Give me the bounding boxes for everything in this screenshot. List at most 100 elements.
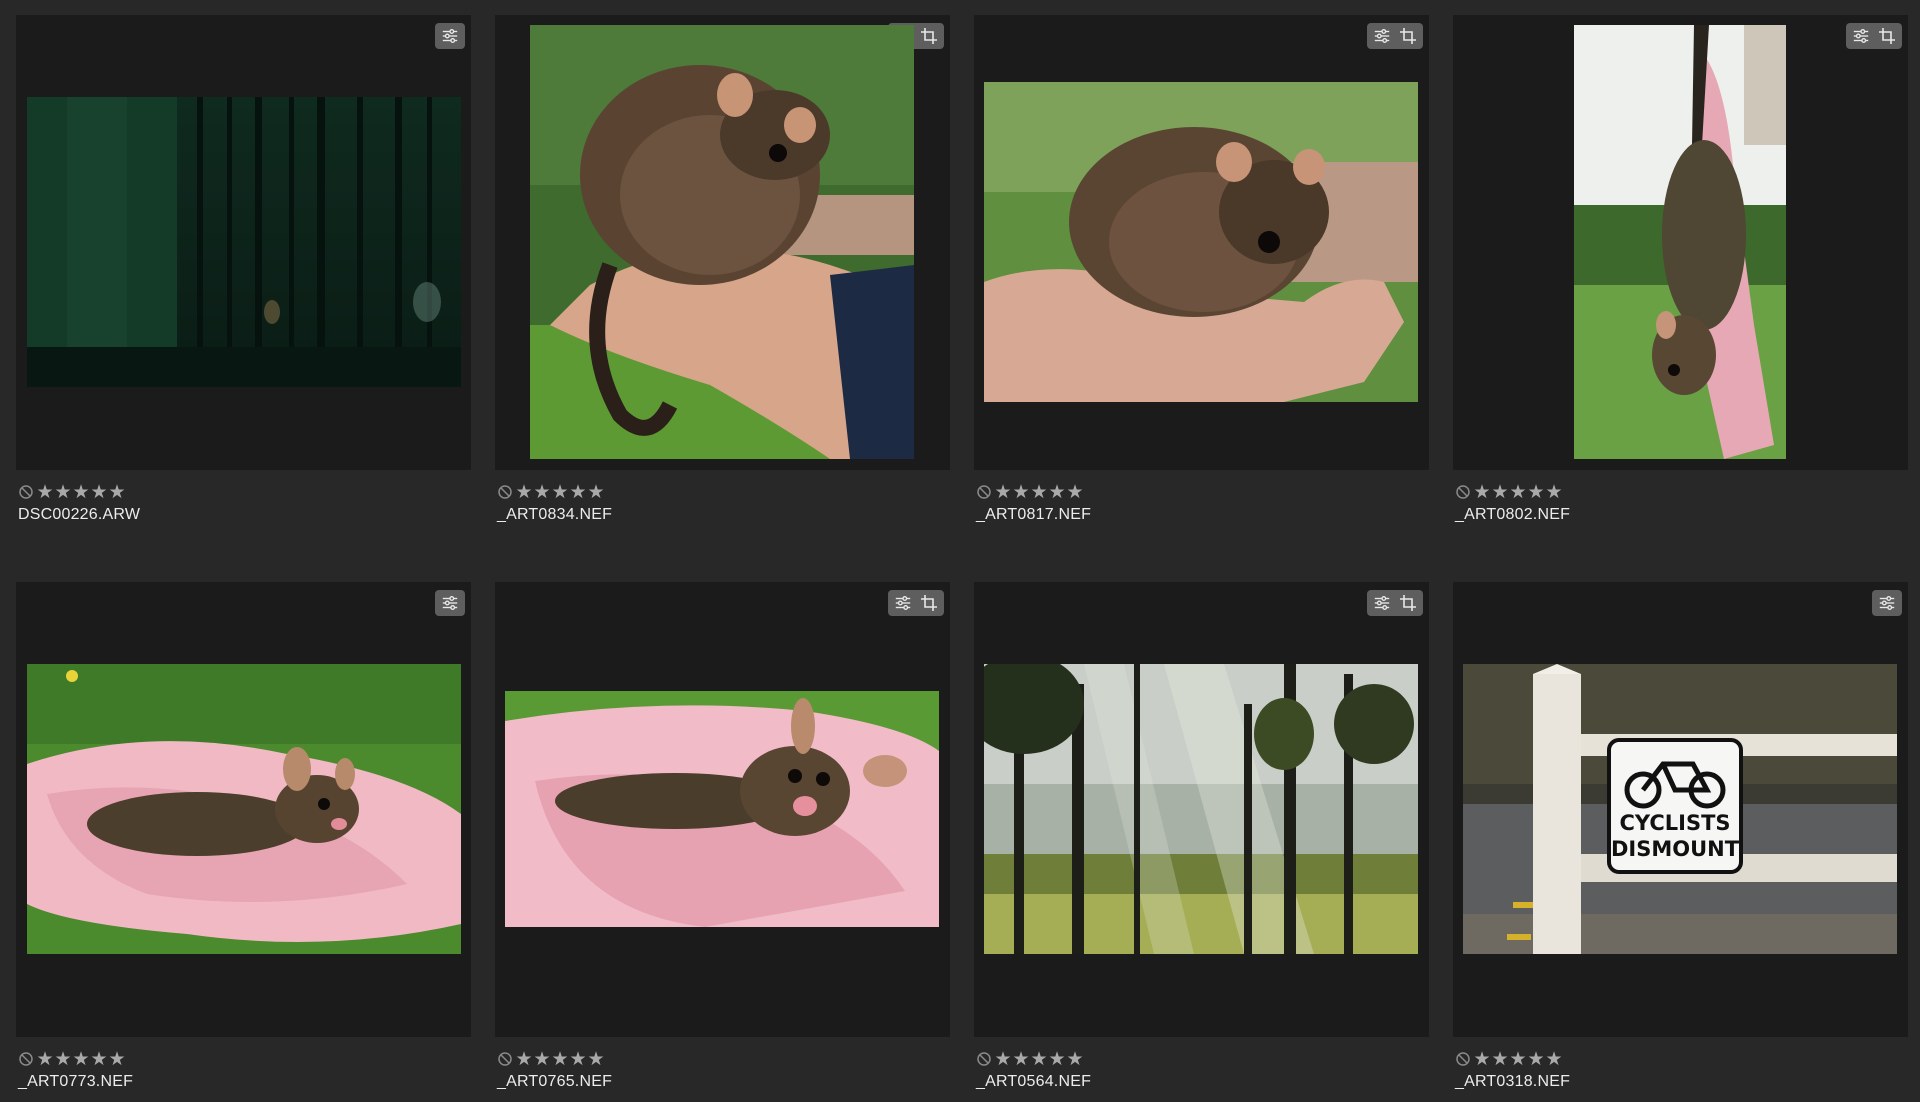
- star-icon[interactable]: ★: [994, 1049, 1012, 1069]
- thumbnail-meta: ★ ★ ★ ★ ★ _ART0765.NEF: [497, 1049, 947, 1091]
- star-rating[interactable]: ★ ★ ★ ★ ★: [497, 1049, 947, 1069]
- star-icon[interactable]: ★: [1048, 482, 1066, 502]
- star-icon[interactable]: ★: [515, 482, 533, 502]
- star-icon[interactable]: ★: [36, 482, 54, 502]
- filename-label: _ART0817.NEF: [976, 506, 1092, 523]
- star-icon[interactable]: ★: [1012, 482, 1030, 502]
- star-icon[interactable]: ★: [108, 1049, 126, 1069]
- star-icon[interactable]: ★: [1545, 482, 1563, 502]
- edit-badges: [435, 23, 465, 49]
- star-icon[interactable]: ★: [90, 482, 108, 502]
- star-icon[interactable]: ★: [72, 1049, 90, 1069]
- reject-flag-icon[interactable]: [497, 484, 513, 500]
- crop-icon[interactable]: [1876, 25, 1898, 47]
- star-icon[interactable]: ★: [1473, 1049, 1491, 1069]
- star-rating[interactable]: ★ ★ ★ ★ ★: [1455, 1049, 1905, 1069]
- reject-flag-icon[interactable]: [976, 484, 992, 500]
- thumbnail-meta: ★ ★ ★ ★ ★ _ART0802.NEF: [1455, 482, 1905, 524]
- thumbnail-frame[interactable]: [16, 15, 471, 470]
- star-icon[interactable]: ★: [1491, 1049, 1509, 1069]
- star-icon[interactable]: ★: [1527, 482, 1545, 502]
- star-icon[interactable]: ★: [54, 482, 72, 502]
- edit-badges: [1367, 23, 1423, 49]
- star-icon[interactable]: ★: [1030, 1049, 1048, 1069]
- adjustments-icon[interactable]: [1371, 25, 1393, 47]
- star-icon[interactable]: ★: [1509, 1049, 1527, 1069]
- star-icon[interactable]: ★: [1527, 1049, 1545, 1069]
- photo-possum-on-pink-blanket[interactable]: [27, 664, 461, 954]
- thumbnail-frame[interactable]: [1453, 15, 1908, 470]
- crop-icon[interactable]: [1397, 592, 1419, 614]
- star-icon[interactable]: ★: [551, 482, 569, 502]
- star-icon[interactable]: ★: [1030, 482, 1048, 502]
- edit-badges: [1367, 590, 1423, 616]
- filename-label: _ART0318.NEF: [1455, 1073, 1571, 1090]
- thumbnail-frame[interactable]: [495, 582, 950, 1037]
- star-icon[interactable]: ★: [587, 482, 605, 502]
- star-icon[interactable]: ★: [90, 1049, 108, 1069]
- star-icon[interactable]: ★: [1491, 482, 1509, 502]
- star-icon[interactable]: ★: [1509, 482, 1527, 502]
- photo-possum-hanging-from-towel[interactable]: [1574, 25, 1786, 459]
- photo-possum-on-hand-landscape[interactable]: [984, 82, 1418, 402]
- reject-flag-icon[interactable]: [497, 1051, 513, 1067]
- star-rating[interactable]: ★ ★ ★ ★ ★: [1455, 482, 1905, 502]
- photo-misty-forest-sunrays[interactable]: [984, 664, 1418, 954]
- star-icon[interactable]: ★: [533, 1049, 551, 1069]
- star-icon[interactable]: ★: [533, 482, 551, 502]
- star-rating[interactable]: ★ ★ ★ ★ ★: [976, 482, 1426, 502]
- reject-flag-icon[interactable]: [1455, 484, 1471, 500]
- filename-label: _ART0834.NEF: [497, 506, 613, 523]
- star-rating[interactable]: ★ ★ ★ ★ ★: [497, 482, 947, 502]
- star-icon[interactable]: ★: [569, 482, 587, 502]
- star-icon[interactable]: ★: [108, 482, 126, 502]
- filename-label: _ART0765.NEF: [497, 1073, 613, 1090]
- adjustments-icon[interactable]: [439, 25, 461, 47]
- star-icon[interactable]: ★: [36, 1049, 54, 1069]
- star-icon[interactable]: ★: [1066, 1049, 1084, 1069]
- photo-possum-on-hand-portrait[interactable]: [530, 25, 914, 459]
- star-icon[interactable]: ★: [72, 482, 90, 502]
- reject-flag-icon[interactable]: [1455, 1051, 1471, 1067]
- star-icon[interactable]: ★: [1012, 1049, 1030, 1069]
- star-icon[interactable]: ★: [1066, 482, 1084, 502]
- thumbnail-frame[interactable]: CYCLISTS DISMOUNT: [1453, 582, 1908, 1037]
- photo-dark-pine-forest[interactable]: [27, 97, 461, 387]
- star-icon[interactable]: ★: [54, 1049, 72, 1069]
- filename-label: _ART0564.NEF: [976, 1073, 1092, 1090]
- adjustments-icon[interactable]: [1850, 25, 1872, 47]
- reject-flag-icon[interactable]: [18, 484, 34, 500]
- thumbnail-frame[interactable]: [974, 15, 1429, 470]
- reject-flag-icon[interactable]: [976, 1051, 992, 1067]
- filename-label: _ART0773.NEF: [18, 1073, 134, 1090]
- thumbnail-frame[interactable]: [974, 582, 1429, 1037]
- edit-badges: [435, 590, 465, 616]
- star-rating[interactable]: ★ ★ ★ ★ ★: [18, 482, 468, 502]
- star-icon[interactable]: ★: [551, 1049, 569, 1069]
- adjustments-icon[interactable]: [1371, 592, 1393, 614]
- crop-icon[interactable]: [918, 25, 940, 47]
- adjustments-icon[interactable]: [439, 592, 461, 614]
- reject-flag-icon[interactable]: [18, 1051, 34, 1067]
- star-icon[interactable]: ★: [994, 482, 1012, 502]
- star-icon[interactable]: ★: [569, 1049, 587, 1069]
- photo-cyclists-dismount-sign[interactable]: CYCLISTS DISMOUNT: [1463, 664, 1897, 954]
- star-icon[interactable]: ★: [1048, 1049, 1066, 1069]
- adjustments-icon[interactable]: [1876, 592, 1898, 614]
- crop-icon[interactable]: [1397, 25, 1419, 47]
- sign-line-2: DISMOUNT: [1611, 837, 1740, 861]
- thumbnail-meta: ★ ★ ★ ★ ★ _ART0564.NEF: [976, 1049, 1426, 1091]
- thumbnail-frame[interactable]: [16, 582, 471, 1037]
- crop-icon[interactable]: [918, 592, 940, 614]
- star-icon[interactable]: ★: [1473, 482, 1491, 502]
- star-rating[interactable]: ★ ★ ★ ★ ★: [976, 1049, 1426, 1069]
- photo-possum-on-pink-blanket-closeup[interactable]: [505, 691, 939, 927]
- star-rating[interactable]: ★ ★ ★ ★ ★: [18, 1049, 468, 1069]
- star-icon[interactable]: ★: [1545, 1049, 1563, 1069]
- thumbnail-frame[interactable]: [495, 15, 950, 470]
- edit-badges: [1872, 590, 1902, 616]
- adjustments-icon[interactable]: [892, 592, 914, 614]
- edit-badges: [1846, 23, 1902, 49]
- star-icon[interactable]: ★: [515, 1049, 533, 1069]
- star-icon[interactable]: ★: [587, 1049, 605, 1069]
